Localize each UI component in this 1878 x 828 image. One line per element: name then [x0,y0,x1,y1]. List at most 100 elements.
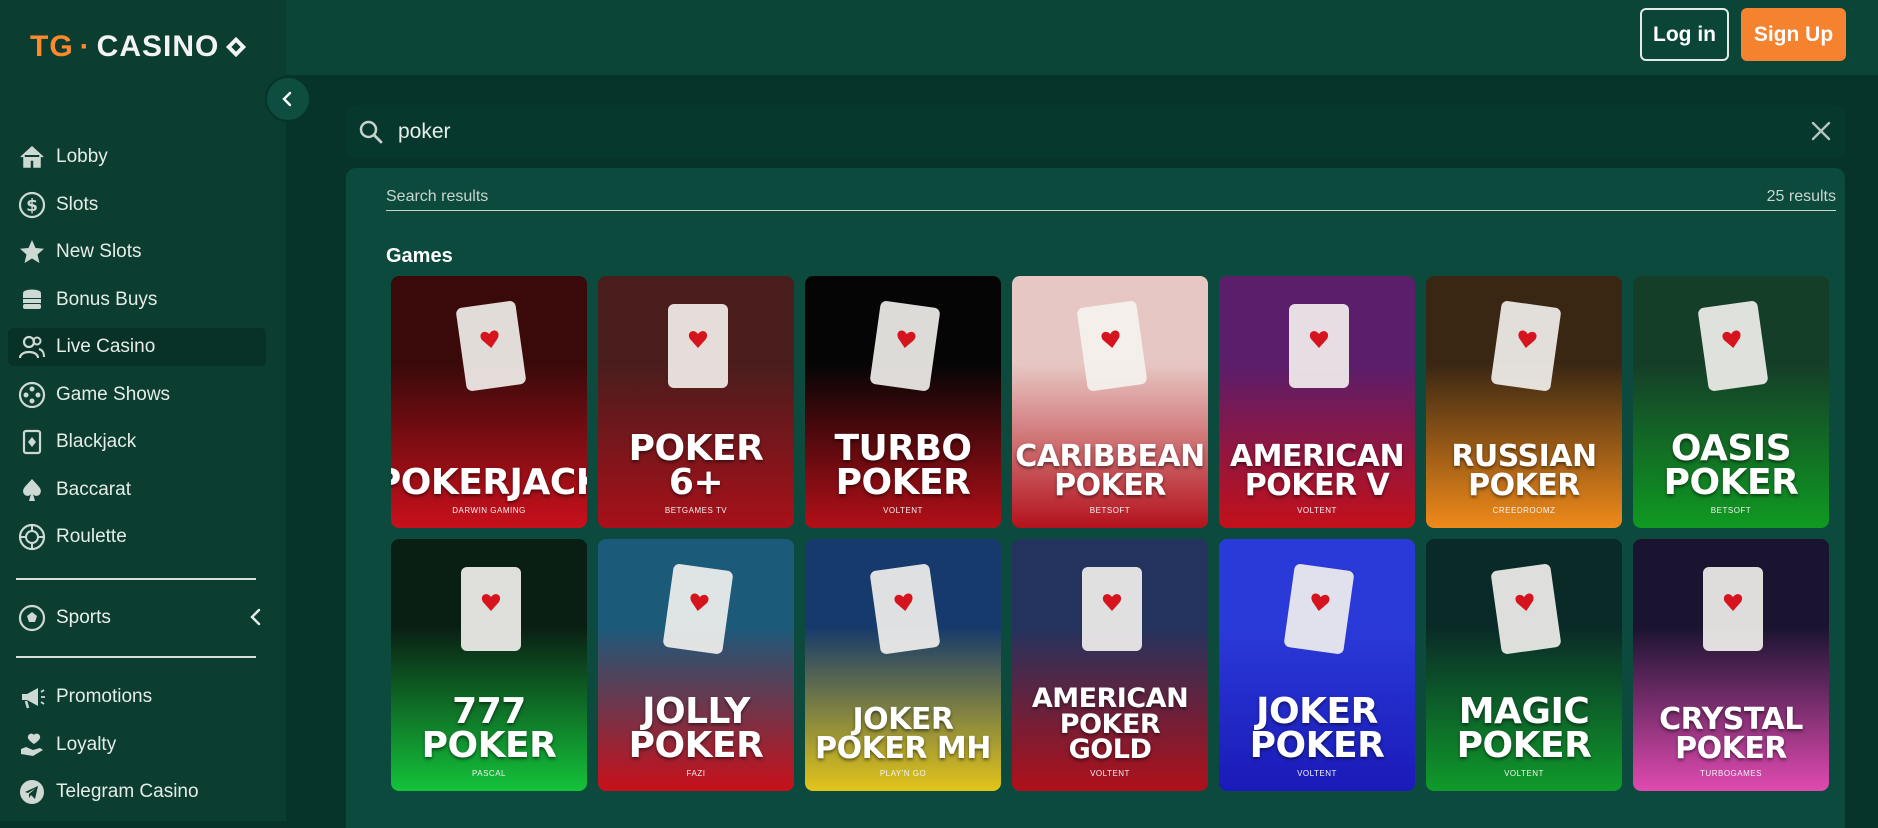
sidebar-nav: Lobby $ Slots New Slots Bonus Buys Live Casin… [8,138,266,566]
megaphone-icon [16,681,48,713]
game-title: RUSSIAN POKER [1451,439,1597,503]
game-provider: DARWIN GAMING [452,506,526,515]
game-tile[interactable]: OASIS POKER BETSOFT [1633,276,1829,528]
sidebar: TG · CASINO Lobby $ Slots New Slots Bonus Buys… [0,0,286,821]
login-button[interactable]: Log in [1640,8,1729,61]
game-tile[interactable]: JOLLY POKER FAZI [598,539,794,791]
game-tile[interactable]: CRYSTAL POKER TURBOGAMES [1633,539,1829,791]
game-title: JOKER POKER MH [815,702,991,766]
game-provider: FAZI [686,769,706,778]
coins-icon [16,284,48,316]
game-tile[interactable]: TURBO POKER VOLTENT [805,276,1001,528]
sidebar-collapse-button[interactable] [265,76,311,122]
game-tile[interactable]: POKERJACK DARWIN GAMING [391,276,587,528]
sidebar-item-label: Telegram Casino [56,781,199,802]
people-icon [16,331,48,363]
sidebar-item-live-casino[interactable]: Live Casino [8,328,266,366]
telegram-icon [16,776,48,808]
film-reel-icon [16,379,48,411]
sidebar-item-roulette[interactable]: Roulette [8,518,266,556]
logo-separator: · [79,30,91,63]
house-icon [16,141,48,173]
sidebar-item-telegram-casino[interactable]: Telegram Casino [8,773,266,811]
search-bar [346,105,1845,158]
game-provider: VOLTENT [1297,769,1337,778]
dollar-circle-icon: $ [16,189,48,221]
game-title: POKER 6+ [628,427,764,503]
sidebar-item-lobby[interactable]: Lobby [8,138,266,176]
game-provider: CREEDROOMZ [1492,506,1556,515]
search-results-panel: Search results 25 results Games POKERJAC… [346,168,1845,828]
game-tile[interactable]: AMERICAN POKER V VOLTENT [1219,276,1415,528]
game-title: OASIS POKER [1663,427,1799,503]
soccer-ball-icon [16,602,48,634]
results-header: Search results 25 results [386,188,1836,211]
search-icon [359,120,383,144]
logo-main: CASINO [96,30,220,63]
brand-logo[interactable]: TG · CASINO [30,30,247,64]
logo-prefix: TG [30,30,74,63]
sidebar-item-label: Baccarat [56,478,131,500]
svg-text:$: $ [26,196,38,216]
game-tile[interactable]: 777 POKER PASCAL [391,539,587,791]
search-input[interactable] [396,113,1750,151]
game-provider: BETSOFT [1089,506,1131,515]
game-title: AMERICAN POKER GOLD [1031,683,1189,766]
game-tile[interactable]: CARIBBEAN POKER BETSOFT [1012,276,1208,528]
sidebar-item-label: Game Shows [56,383,171,405]
spade-icon [16,474,48,506]
game-tile[interactable]: MAGIC POKER VOLTENT [1426,539,1622,791]
results-label: Search results [386,188,489,205]
game-tile[interactable]: AMERICAN POKER GOLD VOLTENT [1012,539,1208,791]
results-count: 25 results [1766,188,1836,205]
game-tile[interactable]: JOKER POKER MH PLAY'N GO [805,539,1001,791]
game-provider: BETGAMES TV [664,506,728,515]
sidebar-item-baccarat[interactable]: Baccarat [8,471,266,509]
game-provider: VOLTENT [1090,769,1130,778]
game-title: AMERICAN POKER V [1229,439,1405,503]
game-title: POKERJACK [391,461,587,503]
game-provider: TURBOGAMES [1700,769,1762,778]
sidebar-divider [16,656,256,658]
game-provider: VOLTENT [883,506,923,515]
heart-hand-icon [16,729,48,761]
chevron-left-icon [282,91,292,107]
sidebar-item-blackjack[interactable]: Blackjack [8,423,266,461]
game-title: JOLLY POKER [628,690,764,766]
sidebar-item-slots[interactable]: $ Slots [8,186,266,224]
game-provider: VOLTENT [1504,769,1544,778]
sidebar-item-loyalty[interactable]: Loyalty [8,726,266,764]
game-provider: PLAY'N GO [879,769,927,778]
diamond-icon [226,36,247,58]
game-title: JOKER POKER [1249,690,1385,766]
game-tile[interactable]: JOKER POKER VOLTENT [1219,539,1415,791]
game-title: 777 POKER [421,690,557,766]
chevron-left-icon[interactable] [246,607,266,627]
game-provider: PASCAL [472,769,506,778]
sidebar-item-label: New Slots [56,241,142,262]
sidebar-item-sports[interactable]: Sports [8,599,266,637]
signup-button[interactable]: Sign Up [1741,8,1846,61]
sidebar-item-label: Lobby [56,146,108,167]
sidebar-item-label: Live Casino [56,336,156,357]
roulette-icon [16,521,48,553]
games-heading: Games [386,245,453,267]
sidebar-item-promotions[interactable]: Promotions [8,678,266,716]
sidebar-item-game-shows[interactable]: Game Shows [8,376,266,414]
sidebar-divider [16,578,256,580]
sidebar-item-label: Blackjack [56,431,137,452]
playing-card-icon [16,426,48,458]
sidebar-item-label: Sports [56,607,111,628]
close-icon[interactable] [1809,119,1833,143]
sidebar-item-new-slots[interactable]: New Slots [8,233,266,271]
games-grid: POKERJACK DARWIN GAMING POKER 6+ BETGAMES T… [391,276,1841,791]
sidebar-item-label: Loyalty [56,733,117,755]
sidebar-nav-secondary: Promotions Loyalty Telegram Casino [8,678,266,821]
sidebar-item-label: Slots [56,193,99,215]
star-icon [16,236,48,268]
sidebar-item-bonus-buys[interactable]: Bonus Buys [8,281,266,319]
game-title: TURBO POKER [834,427,972,503]
game-title: CARIBBEAN POKER [1015,439,1205,503]
game-tile[interactable]: POKER 6+ BETGAMES TV [598,276,794,528]
game-tile[interactable]: RUSSIAN POKER CREEDROOMZ [1426,276,1622,528]
